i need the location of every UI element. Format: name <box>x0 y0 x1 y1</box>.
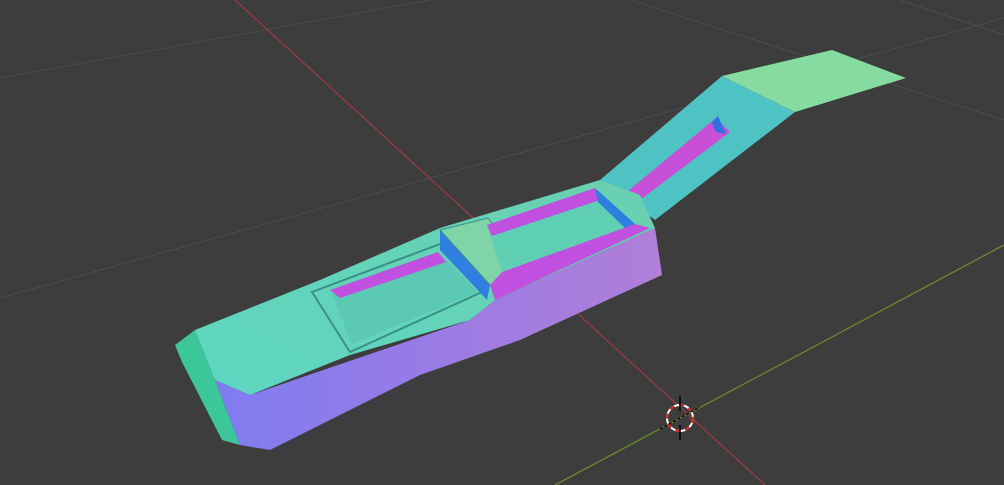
mesh-object[interactable] <box>175 50 906 450</box>
viewport-canvas <box>0 0 1004 485</box>
3d-viewport[interactable] <box>0 0 1004 485</box>
grid-line <box>899 0 1004 36</box>
grid-line <box>0 0 431 79</box>
3d-cursor-icon[interactable] <box>659 396 701 440</box>
